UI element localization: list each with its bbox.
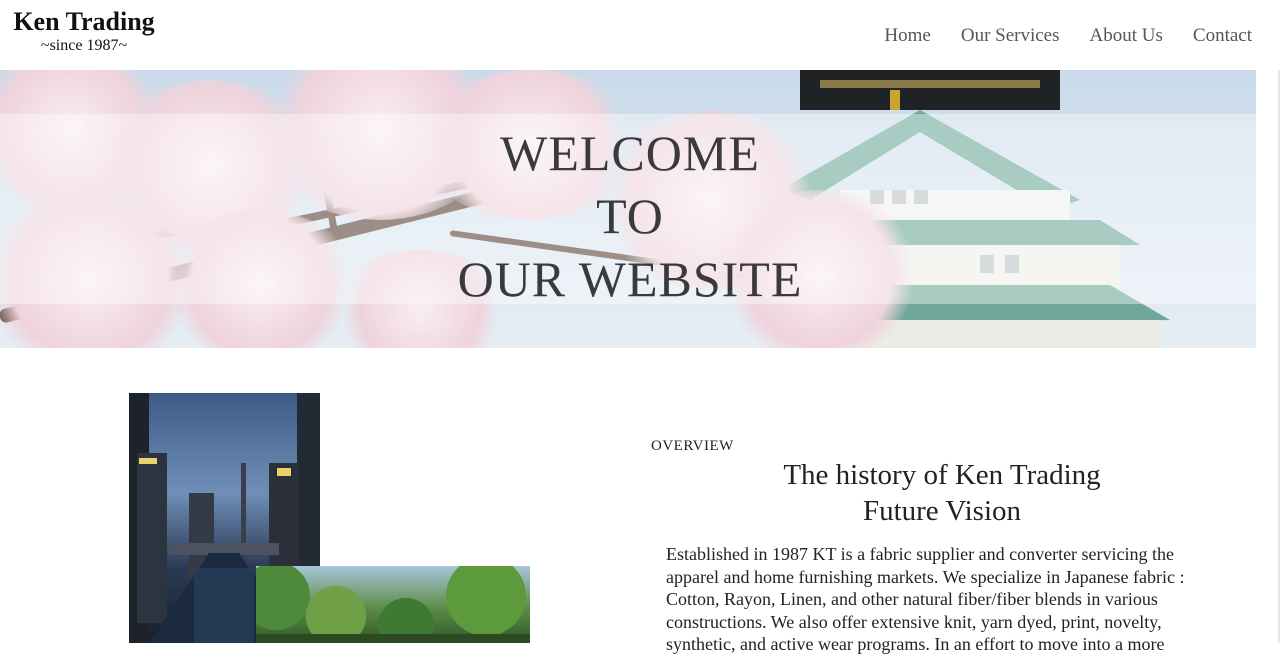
hero-banner: WELCOME TO OUR WEBSITE xyxy=(0,70,1256,348)
company-description: Established in 1987 KT is a fabric suppl… xyxy=(666,544,1185,654)
main-nav: Home Our Services About Us Contact xyxy=(884,24,1252,48)
brand-logo[interactable]: Ken Trading ~since 1987~ xyxy=(12,6,156,56)
history-heading: The history of Ken Trading Future Vision xyxy=(700,457,1184,529)
brand-title: Ken Trading xyxy=(13,7,155,36)
section-label: OVERVIEW xyxy=(651,438,734,454)
heading-line: The history of Ken Trading xyxy=(783,459,1101,491)
nav-our-services[interactable]: Our Services xyxy=(961,24,1060,48)
hero-line: OUR WEBSITE xyxy=(457,251,803,307)
nav-home[interactable]: Home xyxy=(884,24,930,48)
hero-welcome-text: WELCOME TO OUR WEBSITE xyxy=(0,122,1256,311)
park-trees-photo xyxy=(256,566,530,643)
hero-line: WELCOME xyxy=(500,125,760,181)
hero-line: TO xyxy=(596,188,664,244)
heading-line: Future Vision xyxy=(862,495,1022,527)
nav-about-us[interactable]: About Us xyxy=(1090,24,1163,48)
nav-contact[interactable]: Contact xyxy=(1193,24,1252,48)
brand-subtitle: ~since 1987~ xyxy=(40,37,128,54)
